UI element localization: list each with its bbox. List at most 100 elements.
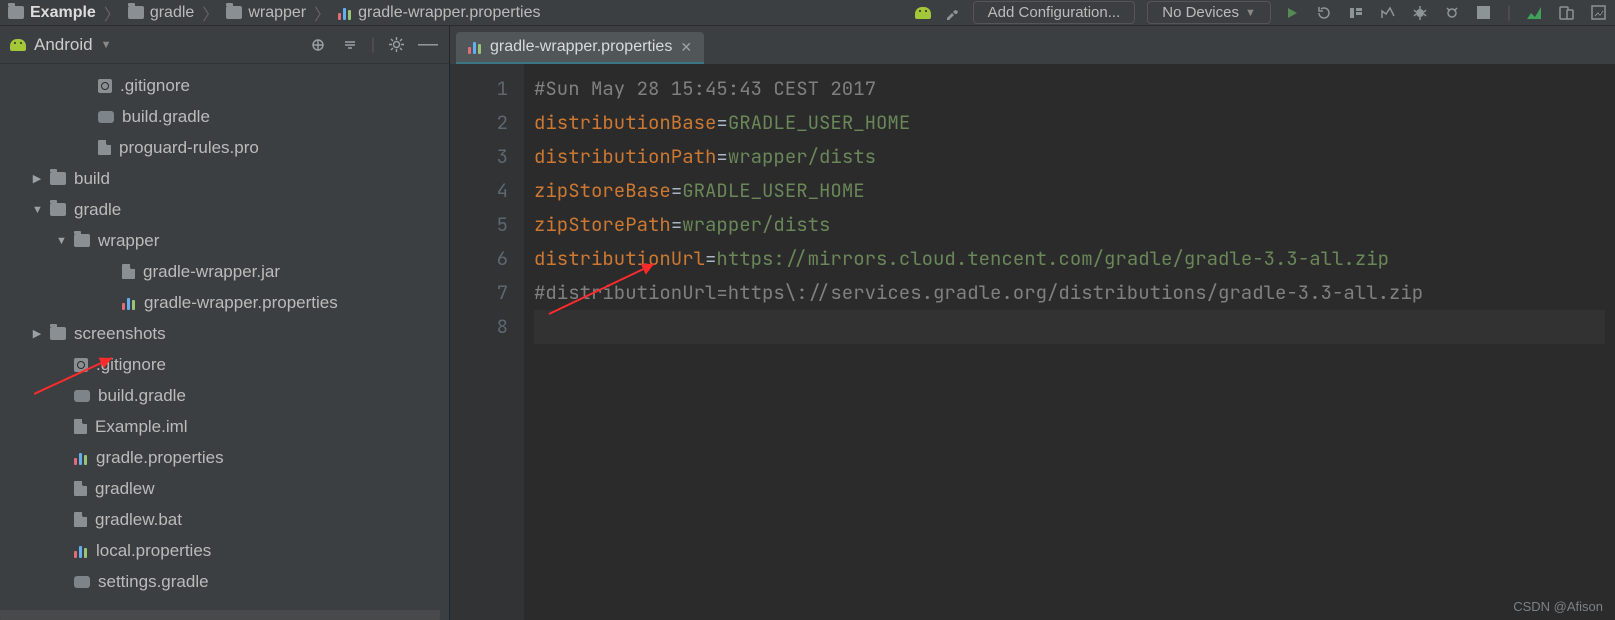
tree-node[interactable]: ▶proguard-rules.pro bbox=[0, 132, 449, 163]
tree-node[interactable]: ▶build.gradle bbox=[0, 380, 449, 411]
code-line[interactable]: zipStorePath=wrapper/dists bbox=[534, 208, 1605, 242]
breadcrumb-item[interactable]: gradle bbox=[128, 4, 194, 22]
tree-node-label: local.properties bbox=[96, 541, 211, 561]
project-tool-header: Android ▼ | — bbox=[0, 26, 449, 64]
folder-icon bbox=[128, 6, 144, 19]
tree-node-label: proguard-rules.pro bbox=[119, 138, 259, 158]
sync-gradle-icon[interactable] bbox=[1525, 4, 1543, 22]
tree-node[interactable]: ▶build.gradle bbox=[0, 101, 449, 132]
line-number-gutter: 12345678 bbox=[450, 64, 524, 620]
scrollbar[interactable] bbox=[0, 610, 440, 620]
select-opened-file-icon[interactable] bbox=[307, 34, 329, 56]
coverage-icon[interactable] bbox=[1347, 4, 1365, 22]
tree-node[interactable]: ▶settings.gradle bbox=[0, 566, 449, 597]
properties-file-icon bbox=[122, 296, 136, 310]
properties-file-icon bbox=[74, 451, 88, 465]
hide-icon[interactable]: — bbox=[417, 34, 439, 56]
file-icon bbox=[74, 481, 87, 496]
file-icon bbox=[98, 140, 111, 155]
code-content[interactable]: #Sun May 28 15:45:43 CEST 2017distributi… bbox=[534, 72, 1605, 344]
code-line[interactable]: distributionUrl=https://mirrors.cloud.te… bbox=[534, 242, 1605, 276]
folder-icon bbox=[226, 6, 242, 19]
properties-file-icon bbox=[338, 6, 352, 20]
project-tree[interactable]: ▶.gitignore▶build.gradle▶proguard-rules.… bbox=[0, 64, 449, 620]
button-label: Add Configuration... bbox=[988, 4, 1121, 21]
attach-debugger-icon[interactable] bbox=[1443, 4, 1461, 22]
expand-arrow-icon[interactable]: ▶ bbox=[32, 327, 42, 340]
tree-node-label: build.gradle bbox=[98, 386, 186, 406]
code-line[interactable]: zipStoreBase=GRADLE_USER_HOME bbox=[534, 174, 1605, 208]
breadcrumb[interactable]: Example 〉 gradle 〉 wrapper 〉 gradle-wrap… bbox=[8, 1, 540, 25]
code-line[interactable]: #Sun May 28 15:45:43 CEST 2017 bbox=[534, 72, 1605, 106]
breadcrumb-label: gradle-wrapper.properties bbox=[358, 4, 540, 22]
expand-arrow-icon[interactable]: ▼ bbox=[56, 235, 66, 247]
tree-node[interactable]: ▶gradle-wrapper.properties bbox=[0, 287, 449, 318]
chevron-right-icon: 〉 bbox=[202, 1, 218, 25]
tree-node[interactable]: ▶gradle.properties bbox=[0, 442, 449, 473]
gear-icon[interactable] bbox=[385, 34, 407, 56]
tree-node[interactable]: ▶ build bbox=[0, 163, 449, 194]
tree-node-label: Example.iml bbox=[95, 417, 188, 437]
tree-node-label: .gitignore bbox=[96, 355, 166, 375]
expand-arrow-icon[interactable]: ▼ bbox=[32, 204, 42, 216]
tree-node[interactable]: ▶gradlew.bat bbox=[0, 504, 449, 535]
breadcrumb-label: wrapper bbox=[248, 4, 306, 22]
watermark: CSDN @Afison bbox=[1513, 599, 1603, 614]
editor-tab-bar: gradle-wrapper.properties ✕ bbox=[450, 26, 1615, 64]
add-configuration-button[interactable]: Add Configuration... bbox=[973, 1, 1136, 24]
breadcrumb-item[interactable]: Example bbox=[8, 4, 96, 22]
device-selector[interactable]: No Devices ▼ bbox=[1147, 1, 1271, 24]
chevron-right-icon: 〉 bbox=[314, 1, 330, 25]
tree-node[interactable]: ▼ wrapper bbox=[0, 225, 449, 256]
tree-node[interactable]: ▶gradlew bbox=[0, 473, 449, 504]
tree-node[interactable]: ▶Example.iml bbox=[0, 411, 449, 442]
hammer-icon[interactable] bbox=[943, 4, 961, 22]
gradle-icon bbox=[98, 111, 114, 123]
sdk-manager-icon[interactable] bbox=[1589, 4, 1607, 22]
profile-icon[interactable] bbox=[1379, 4, 1397, 22]
chevron-down-icon: ▼ bbox=[1245, 7, 1256, 19]
avd-manager-icon[interactable] bbox=[1557, 4, 1575, 22]
folder-icon bbox=[8, 6, 24, 19]
properties-file-icon bbox=[74, 544, 88, 558]
run-icon[interactable] bbox=[1283, 4, 1301, 22]
tree-node-label: gradle-wrapper.jar bbox=[143, 262, 280, 282]
android-icon[interactable] bbox=[915, 7, 931, 19]
tree-node-label: wrapper bbox=[98, 231, 159, 251]
tree-node-label: build bbox=[74, 169, 110, 189]
project-view-selector[interactable]: Android ▼ bbox=[10, 35, 112, 55]
tree-node[interactable]: ▶.gitignore bbox=[0, 70, 449, 101]
expand-arrow-icon[interactable]: ▶ bbox=[32, 172, 42, 185]
gitignore-icon bbox=[74, 358, 88, 372]
debug-icon[interactable] bbox=[1411, 4, 1429, 22]
file-icon bbox=[74, 512, 87, 527]
code-line[interactable]: distributionPath=wrapper/dists bbox=[534, 140, 1605, 174]
folder-icon bbox=[50, 203, 66, 216]
tree-node[interactable]: ▶screenshots bbox=[0, 318, 449, 349]
collapse-all-icon[interactable] bbox=[339, 34, 361, 56]
code-line[interactable]: #distributionUrl=https\://services.gradl… bbox=[534, 276, 1605, 310]
debug-restart-icon[interactable] bbox=[1315, 4, 1333, 22]
breadcrumb-item[interactable]: gradle-wrapper.properties bbox=[338, 4, 540, 22]
project-view-label: Android bbox=[34, 35, 93, 55]
gradle-icon bbox=[74, 390, 90, 402]
project-tool-window: Android ▼ | — ▶.gitignore▶build.gradle▶p… bbox=[0, 26, 450, 620]
breadcrumb-item[interactable]: wrapper bbox=[226, 4, 306, 22]
editor-tab[interactable]: gradle-wrapper.properties ✕ bbox=[456, 32, 704, 64]
chevron-right-icon: 〉 bbox=[104, 1, 120, 25]
file-icon bbox=[74, 419, 87, 434]
tree-node-label: gradle bbox=[74, 200, 121, 220]
editor-body[interactable]: 12345678 #Sun May 28 15:45:43 CEST 2017d… bbox=[450, 64, 1615, 620]
chevron-down-icon: ▼ bbox=[101, 39, 112, 51]
tree-node[interactable]: ▼ gradle bbox=[0, 194, 449, 225]
stop-icon[interactable] bbox=[1475, 4, 1493, 22]
tree-node-label: build.gradle bbox=[122, 107, 210, 127]
code-line[interactable]: distributionBase=GRADLE_USER_HOME bbox=[534, 106, 1605, 140]
breadcrumb-label: gradle bbox=[150, 4, 194, 22]
tree-node[interactable]: ▶.gitignore bbox=[0, 349, 449, 380]
close-icon[interactable]: ✕ bbox=[680, 39, 692, 56]
code-line[interactable] bbox=[534, 310, 1605, 344]
tab-label: gradle-wrapper.properties bbox=[490, 38, 672, 56]
tree-node[interactable]: ▶gradle-wrapper.jar bbox=[0, 256, 449, 287]
tree-node[interactable]: ▶local.properties bbox=[0, 535, 449, 566]
